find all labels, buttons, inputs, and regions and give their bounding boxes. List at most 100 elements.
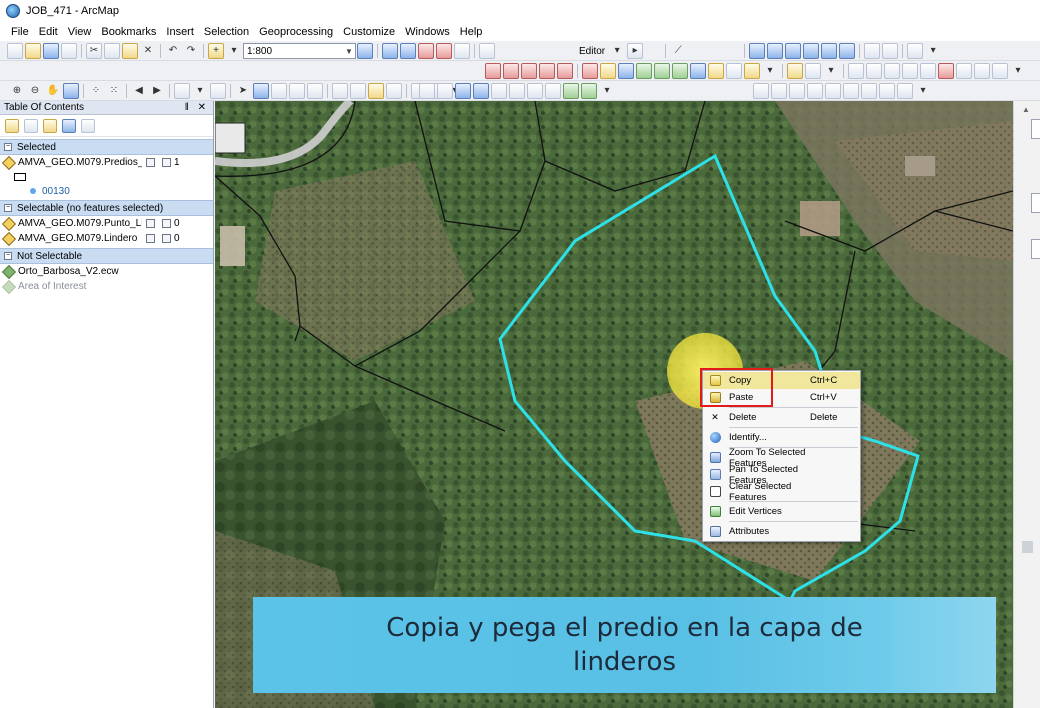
layout-actual-icon[interactable] [825, 83, 841, 99]
end-point-arc-icon[interactable] [688, 43, 704, 59]
menu-view[interactable]: View [63, 26, 97, 38]
pan-icon[interactable]: ✋ [45, 83, 61, 99]
list-by-visibility-icon[interactable] [43, 118, 57, 133]
rectangle-icon[interactable] [726, 63, 742, 79]
cut-icon[interactable]: ✂ [86, 43, 102, 59]
validate-topology-icon[interactable] [938, 63, 954, 79]
add-data-icon[interactable]: + [208, 43, 224, 59]
toc-layer-predios[interactable]: AMVA_GEO.M079.Predios_R... 1 [0, 155, 213, 170]
list-by-selection-icon[interactable] [62, 118, 76, 133]
menu-help[interactable]: Help [455, 26, 488, 38]
toc-layer-punto-lindero[interactable]: AMVA_GEO.M079.Punto_Lin... 0 [0, 216, 213, 231]
georef-icon[interactable] [419, 83, 435, 99]
toc-layer-orthophoto[interactable]: Orto_Barbosa_V2.ecw [0, 264, 213, 279]
arctoolbox-icon[interactable] [418, 43, 434, 59]
toolbar-overflow-icon[interactable]: ▾ [925, 43, 941, 59]
catalog-icon[interactable] [400, 43, 416, 59]
straight-segment-icon[interactable]: ⟋ [670, 43, 686, 59]
clear-selection-toolbar-icon[interactable] [210, 83, 226, 99]
topology-options-icon[interactable] [992, 63, 1008, 79]
search-window-icon[interactable] [454, 43, 470, 59]
split-polygons-icon[interactable] [672, 63, 688, 79]
layout-page-icon[interactable] [789, 83, 805, 99]
context-menu-edit-vertices[interactable]: Edit Vertices [703, 503, 860, 520]
scroll-thumb[interactable] [1022, 541, 1033, 553]
model-builder-icon[interactable] [479, 43, 495, 59]
map-vertical-scrollbar[interactable]: ▲ [1013, 101, 1040, 708]
symbology-icon[interactable] [491, 83, 507, 99]
go-to-xy-icon[interactable] [368, 83, 384, 99]
point-icon[interactable] [724, 43, 740, 59]
clear-layer-selection-icon[interactable] [162, 219, 171, 228]
list-by-source-icon[interactable] [24, 118, 38, 133]
paste-toolbar-icon[interactable] [122, 43, 138, 59]
zoom-out-icon[interactable]: ⊖ [27, 83, 43, 99]
layout-fit-icon[interactable] [807, 83, 823, 99]
topology-edit-icon[interactable] [848, 63, 864, 79]
topology-dropdown-icon[interactable]: ▾ [823, 63, 839, 79]
toolbar-overflow-icon[interactable]: ▾ [1010, 63, 1026, 79]
fix-topology-icon[interactable] [956, 63, 972, 79]
add-data-dropdown-icon[interactable]: ▾ [226, 43, 242, 59]
forward-extent-icon[interactable]: ▶ [149, 83, 165, 99]
fixed-zoom-in-icon[interactable]: ⁘ [88, 83, 104, 99]
collapse-icon[interactable]: − [4, 143, 12, 151]
extend-icon[interactable] [521, 63, 537, 79]
menu-selection[interactable]: Selection [199, 26, 254, 38]
attributes-toolbar-icon[interactable] [839, 43, 856, 59]
editor-dropdown-icon[interactable]: ▾ [609, 43, 625, 59]
error-inspector-icon[interactable] [974, 63, 990, 79]
context-menu-clear-selected[interactable]: Clear Selected Features [703, 481, 860, 503]
cut-polygon-icon[interactable] [785, 43, 802, 59]
menu-geoprocessing[interactable]: Geoprocessing [254, 26, 338, 38]
map-topology-icon[interactable] [805, 63, 821, 79]
create-features-icon[interactable] [882, 43, 899, 59]
layout-pan-icon[interactable] [771, 83, 787, 99]
fillet-icon[interactable] [503, 63, 519, 79]
layer-properties-icon[interactable] [527, 83, 543, 99]
zoom-in-icon[interactable]: ⊕ [9, 83, 25, 99]
construct-polygons-icon[interactable] [654, 63, 670, 79]
map-scale-combobox[interactable]: 1:800 ▼ [243, 43, 356, 59]
georef-points-icon[interactable] [437, 83, 453, 99]
full-extent-icon[interactable] [63, 83, 79, 99]
collapse-icon[interactable]: − [4, 204, 12, 212]
html-popup-icon[interactable] [289, 83, 305, 99]
select-elements-icon[interactable]: ➤ [235, 83, 251, 99]
undo-icon[interactable]: ↶ [165, 43, 181, 59]
line-intersection-icon[interactable] [557, 63, 573, 79]
toc-group-selected[interactable]: − Selected [0, 139, 213, 155]
menu-windows[interactable]: Windows [400, 26, 455, 38]
find-route-icon[interactable] [350, 83, 366, 99]
layout-zoom-icon[interactable] [753, 83, 769, 99]
menu-file[interactable]: File [6, 26, 34, 38]
edit-vertices-toolbar-icon[interactable] [749, 43, 766, 59]
toolbar-overflow-icon[interactable]: ▾ [762, 63, 778, 79]
context-menu-delete[interactable]: ✕ Delete Delete [703, 409, 860, 426]
collapse-icon[interactable]: − [4, 252, 12, 260]
context-menu-paste[interactable]: Paste Ctrl+V [703, 389, 860, 406]
edit-tool-icon[interactable]: ▸ [627, 43, 644, 59]
dataset-icon[interactable] [455, 83, 471, 99]
toc-layer-lindero[interactable]: AMVA_GEO.M079.Lindero 0 [0, 231, 213, 246]
show-shared-icon[interactable] [884, 63, 900, 79]
chevron-down-icon[interactable]: ▼ [343, 47, 355, 56]
scroll-up-icon[interactable]: ▲ [1022, 105, 1030, 114]
side-panel-tab-catalog[interactable] [1031, 119, 1040, 139]
menu-insert[interactable]: Insert [161, 26, 199, 38]
back-extent-icon[interactable]: ◀ [131, 83, 147, 99]
find-icon[interactable] [332, 83, 348, 99]
editor-options-icon[interactable] [907, 43, 924, 59]
trim-icon[interactable] [539, 63, 555, 79]
zoom-to-selection-icon[interactable] [146, 158, 155, 167]
explode-icon[interactable] [582, 63, 598, 79]
selected-feature-item[interactable]: 00130 [0, 184, 213, 198]
context-menu-identify[interactable]: Identify... [703, 429, 860, 446]
context-menu-attributes[interactable]: Attributes [703, 523, 860, 540]
table-of-contents-icon[interactable] [382, 43, 398, 59]
hyperlink-icon[interactable] [271, 83, 287, 99]
python-window-icon[interactable] [436, 43, 452, 59]
select-dropdown-icon[interactable]: ▾ [192, 83, 208, 99]
layout-guide-icon[interactable] [861, 83, 877, 99]
layout-grid-icon[interactable] [843, 83, 859, 99]
